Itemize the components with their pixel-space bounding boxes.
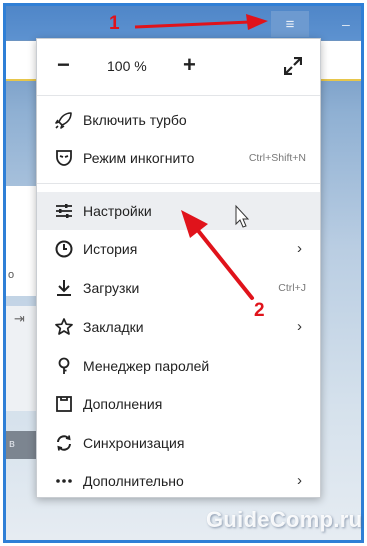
step-number-1: 1 [109,13,120,34]
main-menu-button[interactable]: ≡ [271,11,309,37]
sync-icon [54,433,74,453]
browser-main-menu: − 100 % + Включить турбо Режим инкогнито… [36,38,321,498]
menu-item-label: Включить турбо [83,112,187,128]
menu-item-label: Синхронизация [83,435,185,451]
menu-item-label: Менеджер паролей [83,358,210,374]
rocket-icon [54,110,74,130]
menu-item-history[interactable]: История › [37,230,320,268]
download-icon [54,278,74,298]
fullscreen-icon [284,57,302,75]
menu-item-downloads[interactable]: Загрузки Ctrl+J [37,269,320,307]
key-icon [54,356,74,376]
zoom-controls: − 100 % + [37,39,320,94]
menu-item-label: Режим инкогнито [83,150,195,166]
page-text-fragment: о [8,269,15,281]
menu-item-extensions[interactable]: Дополнения [37,385,320,423]
menu-separator [37,183,320,184]
chevron-right-icon: › [297,472,302,489]
menu-item-password-manager[interactable]: Менеджер паролей [37,347,320,385]
menu-item-turbo[interactable]: Включить турбо [37,101,320,139]
chevron-right-icon: › [297,318,302,335]
menu-item-shortcut: Ctrl+J [278,282,306,294]
zoom-level: 100 % [107,58,147,74]
menu-item-label: Дополнительно [83,473,184,489]
title-bar: ≡ – [6,6,361,40]
menu-item-bookmarks[interactable]: Закладки › [37,308,320,346]
fullscreen-button[interactable] [281,54,305,78]
settings-sliders-icon [54,201,74,221]
minimize-button[interactable]: – [342,16,350,32]
more-dots-icon [54,471,74,491]
step-number-2: 2 [254,300,265,321]
history-clock-icon [54,239,74,259]
chevron-right-icon: › [297,240,302,257]
zoom-in-button[interactable]: + [183,52,196,78]
menu-item-label: Дополнения [83,396,163,412]
menu-separator [37,95,320,96]
menu-item-label: Настройки [83,203,152,219]
login-arrow-icon[interactable]: ⇥ [14,311,25,327]
watermark: GuideComp.ru [206,507,363,532]
zoom-out-button[interactable]: − [57,52,70,78]
menu-item-shortcut: Ctrl+Shift+N [248,152,306,164]
hamburger-icon: ≡ [285,15,295,33]
menu-item-more[interactable]: Дополнительно › [37,462,320,500]
menu-item-label: Закладки [83,319,144,335]
menu-item-incognito[interactable]: Режим инкогнито Ctrl+Shift+N [37,139,320,177]
menu-item-settings[interactable]: Настройки [37,192,320,230]
menu-item-label: Загрузки [83,280,140,296]
page-text-fragment: в [9,438,15,450]
menu-item-label: История [83,241,138,257]
extensions-icon [54,394,74,414]
menu-item-sync[interactable]: Синхронизация [37,424,320,462]
bookmark-star-icon [54,317,74,337]
incognito-mask-icon [54,148,74,168]
